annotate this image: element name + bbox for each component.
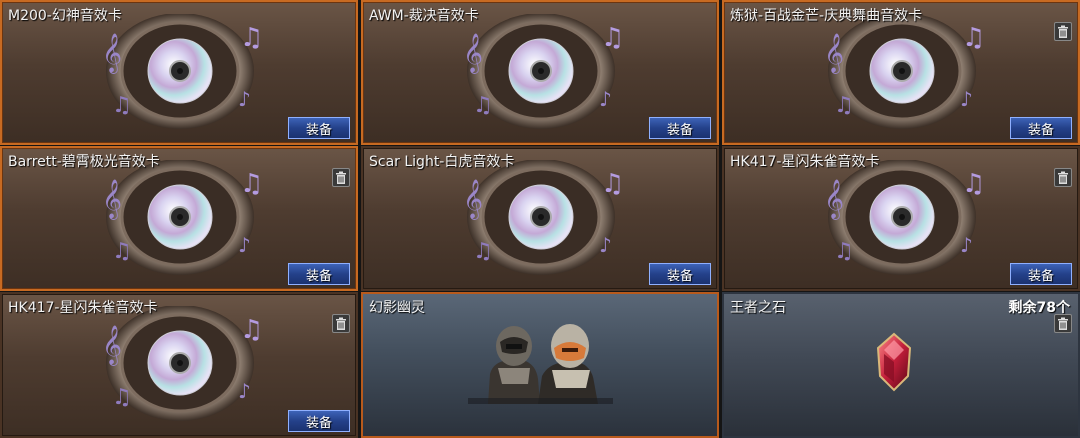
speaker-cd-icon xyxy=(451,14,621,129)
trash-icon[interactable] xyxy=(1054,168,1072,187)
card-title: 炼狱-百战金芒-庆典舞曲音效卡 xyxy=(730,8,923,24)
sound-card[interactable]: HK417-星闪朱雀音效卡 装备 xyxy=(0,292,358,438)
item-card[interactable]: 王者之石 剩余78个 xyxy=(722,292,1080,438)
equip-button[interactable]: 装备 xyxy=(1010,263,1072,285)
sound-card[interactable]: M200-幻神音效卡 装备 xyxy=(0,0,358,145)
trash-icon[interactable] xyxy=(1054,22,1072,41)
equip-button[interactable]: 装备 xyxy=(649,263,711,285)
trash-icon[interactable] xyxy=(332,168,350,187)
equip-button[interactable]: 装备 xyxy=(1010,117,1072,139)
card-title: M200-幻神音效卡 xyxy=(8,8,122,24)
trash-icon[interactable] xyxy=(1054,314,1072,333)
character-card[interactable]: 幻影幽灵 xyxy=(361,292,719,438)
sound-card[interactable]: Barrett-碧霄极光音效卡 装备 xyxy=(0,146,358,291)
card-title: AWM-裁决音效卡 xyxy=(369,8,479,24)
red-gem-icon xyxy=(876,332,912,392)
card-title: Barrett-碧霄极光音效卡 xyxy=(8,154,160,170)
card-title: HK417-星闪朱雀音效卡 xyxy=(8,300,158,316)
speaker-cd-icon xyxy=(812,160,982,275)
card-title: Scar Light-白虎音效卡 xyxy=(369,154,515,170)
speaker-cd-icon xyxy=(90,160,260,275)
sound-card[interactable]: 炼狱-百战金芒-庆典舞曲音效卡 装备 xyxy=(722,0,1080,145)
card-title: 幻影幽灵 xyxy=(369,300,425,316)
trash-icon[interactable] xyxy=(332,314,350,333)
sound-card[interactable]: Scar Light-白虎音效卡 装备 xyxy=(361,146,719,291)
speaker-cd-icon xyxy=(90,306,260,421)
speaker-cd-icon xyxy=(812,14,982,129)
equip-button[interactable]: 装备 xyxy=(288,410,350,432)
card-title: 王者之石 xyxy=(730,300,786,316)
equip-button[interactable]: 装备 xyxy=(288,263,350,285)
card-title: HK417-星闪朱雀音效卡 xyxy=(730,154,880,170)
equip-button[interactable]: 装备 xyxy=(649,117,711,139)
speaker-cd-icon xyxy=(451,160,621,275)
soldiers-icon xyxy=(468,324,613,404)
sound-card[interactable]: AWM-裁决音效卡 装备 xyxy=(361,0,719,145)
speaker-cd-icon xyxy=(90,14,260,129)
sound-card[interactable]: HK417-星闪朱雀音效卡 装备 xyxy=(722,146,1080,291)
equip-button[interactable]: 装备 xyxy=(288,117,350,139)
inventory-grid: M200-幻神音效卡 装备 AWM-裁决音效卡 装备 炼狱-百战金芒-庆典舞曲音… xyxy=(0,0,1080,438)
